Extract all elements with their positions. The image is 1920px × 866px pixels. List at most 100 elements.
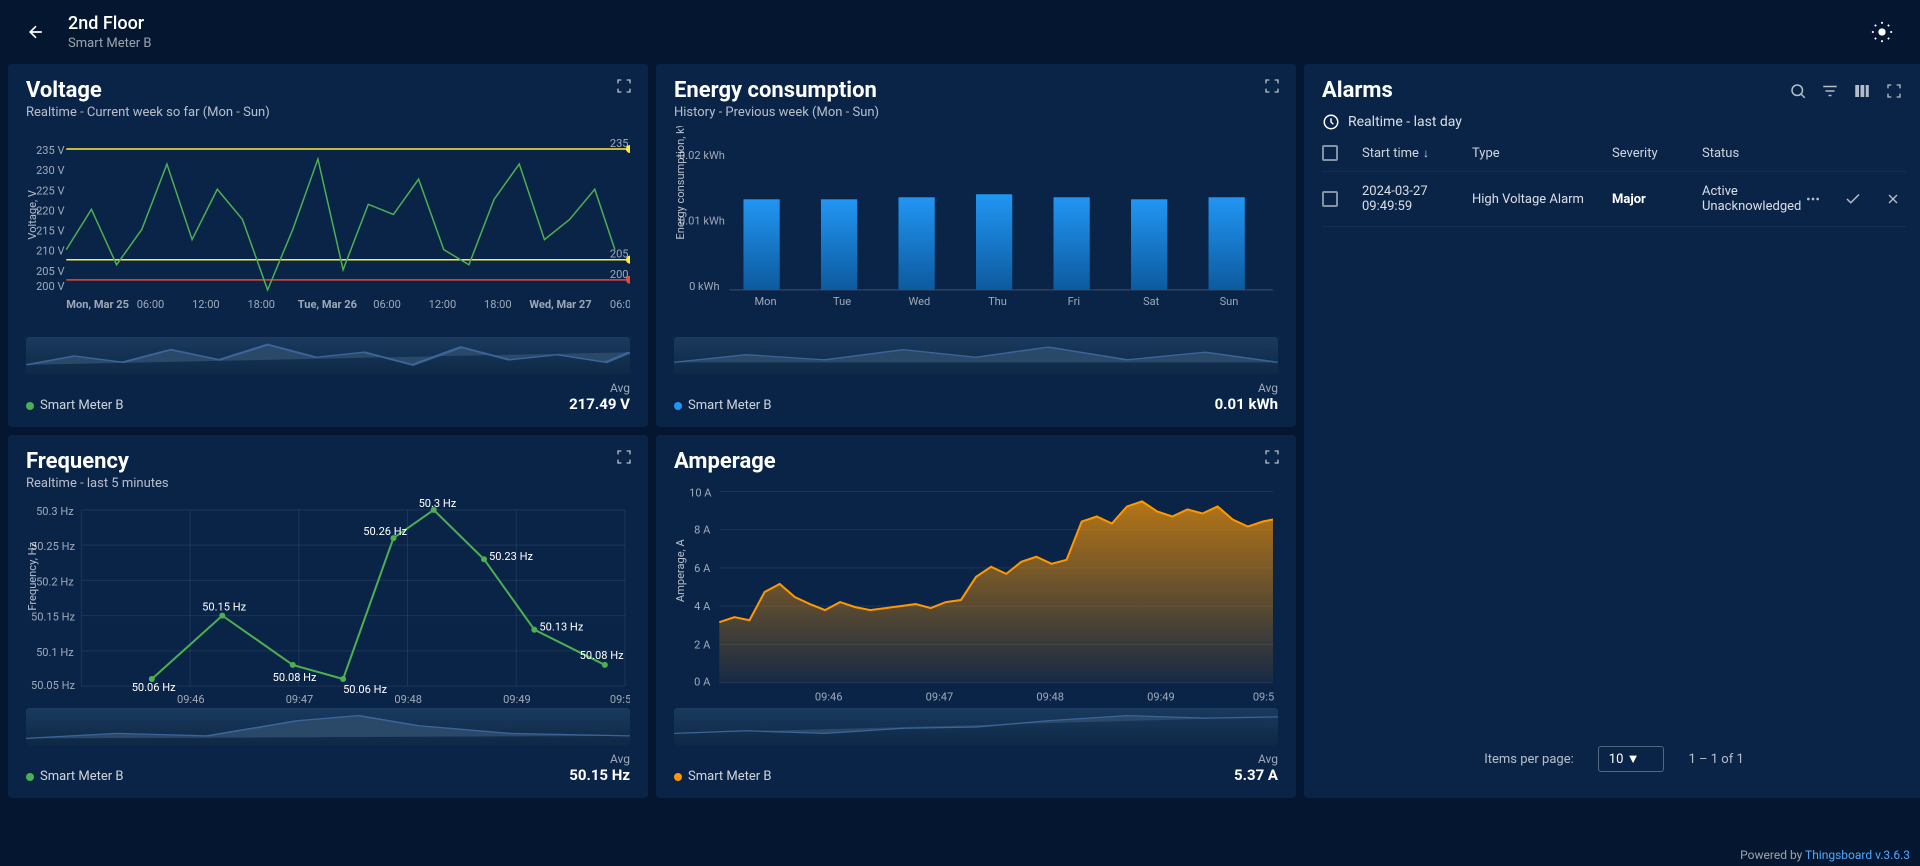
columns-icon	[1853, 82, 1871, 100]
svg-text:50.06 Hz: 50.06 Hz	[132, 681, 176, 694]
svg-text:205 V: 205 V	[36, 265, 64, 278]
svg-text:10 A: 10 A	[689, 486, 712, 499]
page-title: 2nd Floor	[68, 13, 1864, 34]
voltage-card: Voltage Realtime - Current week so far (…	[8, 64, 648, 427]
svg-text:220 V: 220 V	[36, 204, 64, 217]
pagination: Items per page: 10 ▼ 1 – 1 of 1	[1322, 734, 1906, 784]
voltage-avg-value: 217.49 V	[569, 395, 630, 413]
legend-dot-green	[26, 402, 34, 410]
frequency-avg-label: Avg	[569, 752, 630, 766]
energy-chart[interactable]: Energy consumption, kWh 0.02 kWh 0.01 kW…	[674, 126, 1278, 333]
svg-text:50.08 Hz: 50.08 Hz	[273, 671, 317, 684]
search-icon	[1789, 82, 1807, 100]
svg-text:Tue: Tue	[833, 295, 851, 308]
page-subtitle: Smart Meter B	[68, 36, 1864, 51]
voltage-scrubber[interactable]	[26, 337, 630, 375]
svg-text:0.02 kWh: 0.02 kWh	[679, 149, 725, 162]
svg-text:09:46: 09:46	[815, 691, 843, 704]
col-severity[interactable]: Severity	[1612, 146, 1702, 161]
svg-text:Fri: Fri	[1068, 295, 1080, 308]
svg-text:205 V: 205 V	[610, 248, 630, 261]
filter-icon	[1821, 82, 1839, 100]
thingsboard-link[interactable]: Thingsboard v.3.6.3	[1805, 848, 1910, 862]
svg-text:50.15 Hz: 50.15 Hz	[202, 601, 246, 614]
fullscreen-button[interactable]	[1882, 79, 1906, 103]
fullscreen-button[interactable]	[1260, 445, 1284, 469]
svg-text:50.13 Hz: 50.13 Hz	[539, 621, 583, 634]
search-button[interactable]	[1786, 79, 1810, 103]
fullscreen-button[interactable]	[612, 74, 636, 98]
pagination-label: Items per page:	[1484, 752, 1574, 767]
fullscreen-icon	[616, 449, 632, 465]
svg-text:Thu: Thu	[988, 295, 1007, 308]
svg-text:Wed: Wed	[909, 295, 931, 308]
more-button[interactable]	[1801, 187, 1825, 211]
svg-text:0 A: 0 A	[694, 676, 711, 689]
svg-text:50.08 Hz: 50.08 Hz	[580, 649, 624, 662]
svg-text:50.2 Hz: 50.2 Hz	[36, 575, 74, 588]
fullscreen-icon	[616, 78, 632, 94]
svg-text:230 V: 230 V	[36, 164, 64, 177]
col-status[interactable]: Status	[1702, 146, 1786, 161]
amperage-scrubber[interactable]	[674, 708, 1278, 746]
check-icon	[1844, 190, 1862, 208]
col-type[interactable]: Type	[1472, 146, 1612, 161]
voltage-legend[interactable]: Smart Meter B	[26, 398, 124, 413]
amperage-legend[interactable]: Smart Meter B	[674, 769, 772, 784]
svg-text:09:47: 09:47	[926, 691, 954, 704]
svg-text:09:47: 09:47	[286, 693, 314, 704]
frequency-title: Frequency	[26, 449, 630, 474]
col-start[interactable]: Start time↓	[1362, 146, 1472, 161]
svg-text:50.25 Hz: 50.25 Hz	[31, 540, 75, 553]
svg-text:2 A: 2 A	[694, 638, 711, 651]
columns-button[interactable]	[1850, 79, 1874, 103]
clock-icon	[1322, 113, 1340, 131]
svg-text:Sat: Sat	[1143, 295, 1160, 308]
svg-text:225 V: 225 V	[36, 184, 64, 197]
ack-button[interactable]	[1841, 187, 1865, 211]
fullscreen-button[interactable]	[612, 445, 636, 469]
legend-dot-blue	[674, 402, 682, 410]
page-size-select[interactable]: 10 ▼	[1598, 746, 1665, 772]
amperage-chart[interactable]: Amperage, A 10 A 8 A 6 A 4 A 2 A 0 A	[674, 480, 1278, 704]
back-button[interactable]	[20, 16, 52, 48]
amperage-avg-value: 5.37 A	[1234, 766, 1278, 784]
amperage-title: Amperage	[674, 449, 1278, 474]
energy-legend[interactable]: Smart Meter B	[674, 398, 772, 413]
frequency-scrubber[interactable]	[26, 708, 630, 746]
svg-text:200 V: 200 V	[610, 268, 630, 281]
svg-text:50.05 Hz: 50.05 Hz	[31, 679, 75, 692]
svg-text:235 V: 235 V	[36, 144, 64, 157]
voltage-sub: Realtime - Current week so far (Mon - Su…	[26, 105, 630, 120]
fullscreen-icon	[1886, 83, 1902, 99]
legend-dot-orange	[674, 773, 682, 781]
svg-text:50.3 Hz: 50.3 Hz	[419, 497, 457, 510]
energy-scrubber[interactable]	[674, 337, 1278, 375]
svg-text:18:00: 18:00	[484, 298, 512, 311]
voltage-chart[interactable]: Voltage, V 235 V 205 V 200 V 235 V 230 V…	[26, 126, 630, 333]
svg-text:210 V: 210 V	[36, 245, 64, 258]
svg-text:8 A: 8 A	[694, 524, 711, 537]
theme-toggle-button[interactable]	[1864, 14, 1900, 50]
filter-button[interactable]	[1818, 79, 1842, 103]
clear-button[interactable]	[1881, 187, 1905, 211]
cell-type: High Voltage Alarm	[1472, 192, 1612, 207]
frequency-avg-value: 50.15 Hz	[569, 766, 630, 784]
fullscreen-button[interactable]	[1260, 74, 1284, 98]
svg-text:09:49: 09:49	[503, 693, 531, 704]
powered-by: Powered by Thingsboard v.3.6.3	[1740, 848, 1910, 862]
sort-descending-icon: ↓	[1423, 146, 1429, 160]
page-header: 2nd Floor Smart Meter B	[0, 0, 1920, 64]
select-all-checkbox[interactable]	[1322, 145, 1338, 161]
fullscreen-icon	[1264, 449, 1280, 465]
fullscreen-icon	[1264, 78, 1280, 94]
frequency-chart[interactable]: Frequency, Hz 50.3 Hz 50.25 Hz 50.2 Hz 5…	[26, 497, 630, 704]
close-icon	[1885, 191, 1901, 207]
row-checkbox[interactable]	[1322, 191, 1338, 207]
table-row[interactable]: 2024-03-27 09:49:59 High Voltage Alarm M…	[1322, 172, 1906, 227]
svg-text:Tue, Mar 26: Tue, Mar 26	[298, 298, 357, 311]
frequency-legend[interactable]: Smart Meter B	[26, 769, 124, 784]
frequency-sub: Realtime - last 5 minutes	[26, 476, 630, 491]
cell-severity: Major	[1612, 192, 1702, 207]
svg-text:06:00: 06:00	[610, 298, 630, 311]
